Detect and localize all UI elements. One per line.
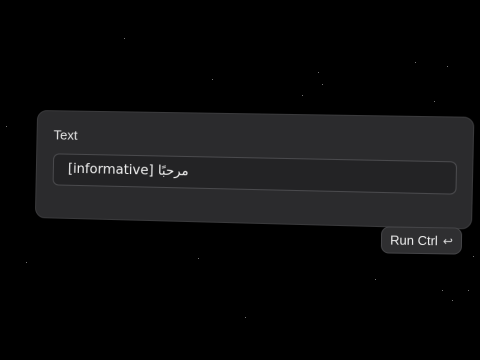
star-dot: [442, 290, 443, 291]
star-dot: [26, 262, 27, 263]
star-dot: [322, 84, 323, 85]
text-field-label: Text: [53, 127, 78, 143]
run-button[interactable]: Run Ctrl ↩: [380, 226, 463, 255]
star-dot: [302, 95, 303, 96]
star-dot: [375, 279, 376, 280]
star-dot: [468, 290, 469, 291]
star-dot: [124, 38, 125, 39]
star-dot: [452, 300, 453, 301]
enter-icon: ↩: [442, 233, 453, 248]
star-dot: [434, 101, 435, 102]
star-dot: [212, 79, 213, 80]
star-dot: [473, 256, 474, 257]
run-button-label: Run Ctrl: [390, 232, 438, 249]
star-dot: [447, 66, 448, 67]
star-dot: [198, 258, 199, 259]
star-dot: [415, 62, 416, 63]
app-canvas: Text [informative] مرحبًا Run Ctrl ↩: [0, 0, 480, 360]
text-input-panel: Text [informative] مرحبًا: [34, 110, 475, 230]
text-input[interactable]: [informative] مرحبًا: [52, 153, 458, 195]
star-dot: [6, 126, 7, 127]
star-dot: [318, 72, 319, 73]
star-dot: [245, 317, 246, 318]
